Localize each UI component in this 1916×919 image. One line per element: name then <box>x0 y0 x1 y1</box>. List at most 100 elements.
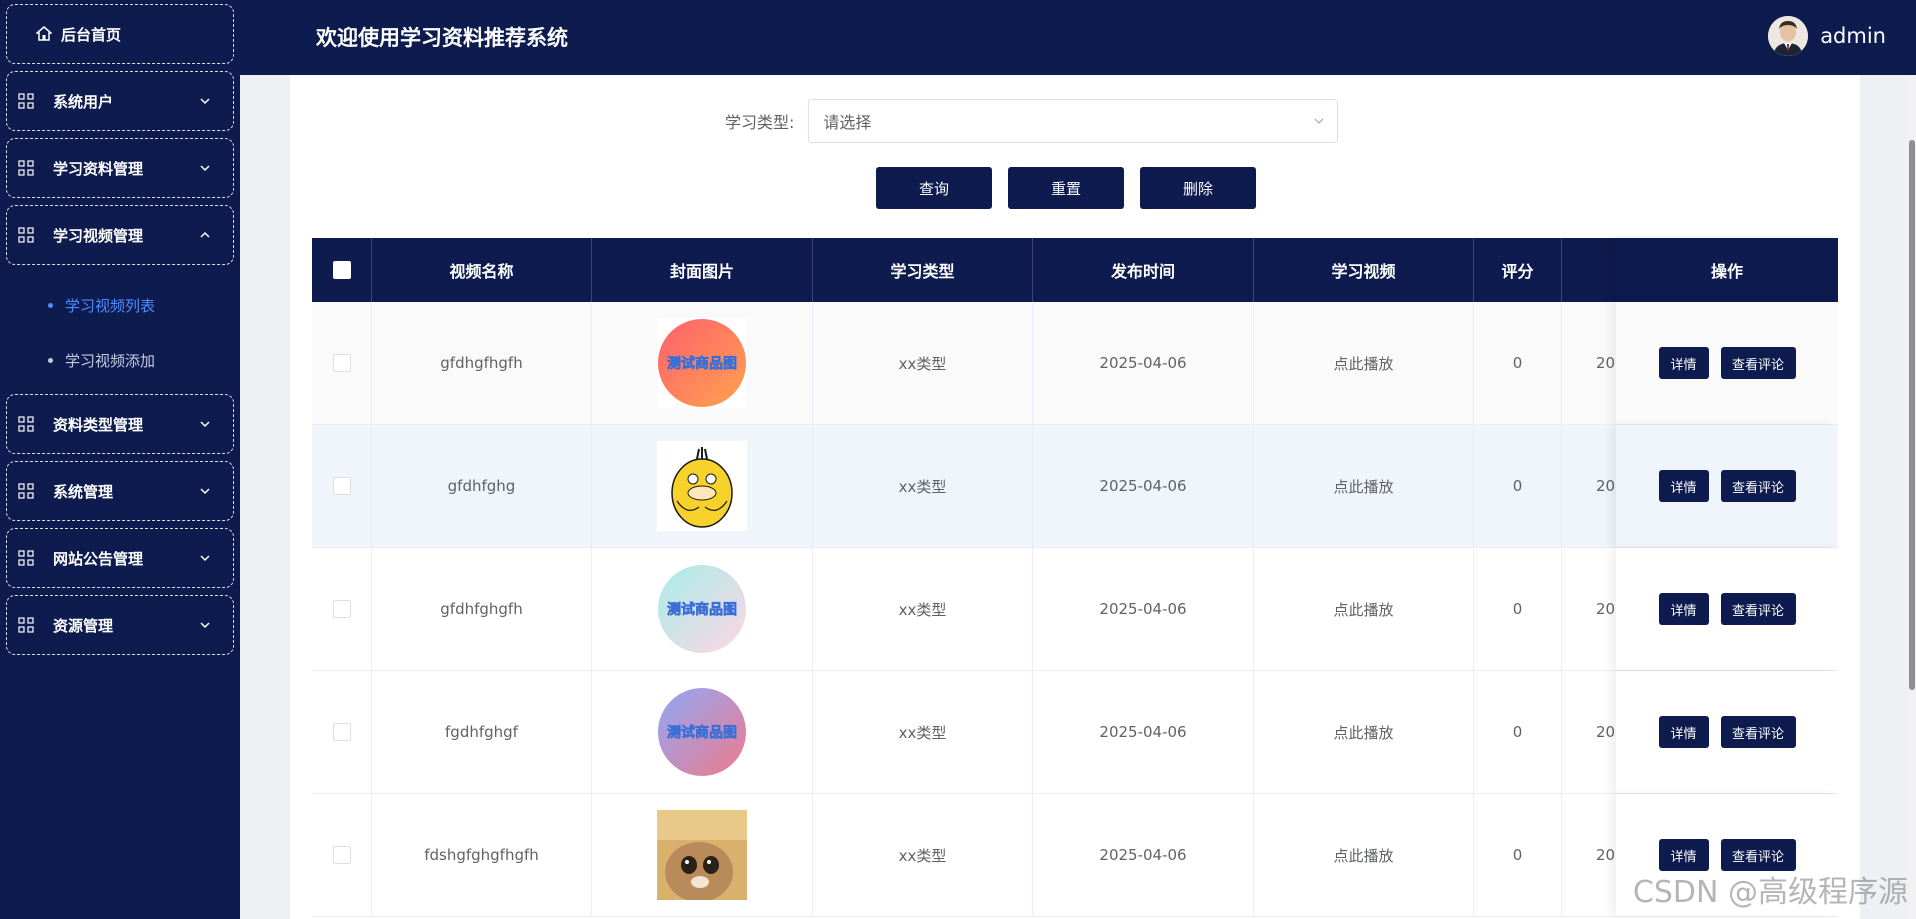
cell-cover: 测试商品图 <box>592 671 813 793</box>
cover-image[interactable]: 测试商品图 <box>657 318 747 408</box>
cell-actions: 详情 查看评论 <box>1616 548 1838 670</box>
cell-name: gfdhfghg <box>372 425 592 547</box>
cell-actions: 详情 查看评论 <box>1616 302 1838 424</box>
cell-date: 2025-04-06 <box>1033 425 1254 547</box>
row-checkbox-cell <box>312 425 372 547</box>
cell-date: 2025-04-06 <box>1033 302 1254 424</box>
view-comments-button[interactable]: 查看评论 <box>1720 347 1796 379</box>
cell-play-link[interactable]: 点此播放 <box>1254 548 1474 670</box>
header-cover: 封面图片 <box>592 238 813 302</box>
watermark: CSDN @高级程序源 <box>1632 875 1908 910</box>
bullet-icon <box>48 358 53 363</box>
chevron-down-icon <box>200 421 210 428</box>
cell-date: 2025-04-06 <box>1033 671 1254 793</box>
sidebar-item-label: 系统管理 <box>53 482 114 501</box>
cell-name: fdshgfghgfhgfh <box>372 794 592 916</box>
cell-cover: 测试商品图 <box>592 302 813 424</box>
sidebar-item-materials[interactable]: 学习资料管理 <box>6 138 234 198</box>
detail-button[interactable]: 详情 <box>1658 593 1709 625</box>
cell-play-link[interactable]: 点此播放 <box>1254 794 1474 916</box>
table-row: gfdhgfhgfh 测试商品图 xx类型 2025-04-06 点此播放 0 … <box>312 302 1838 425</box>
view-comments-button[interactable]: 查看评论 <box>1720 716 1796 748</box>
cell-cover: 测试商品图 <box>592 548 813 670</box>
detail-button[interactable]: 详情 <box>1658 716 1709 748</box>
sidebar-item-resources[interactable]: 资源管理 <box>6 595 234 655</box>
page-scrollbar[interactable] <box>1908 75 1916 919</box>
submenu-item-video-add[interactable]: 学习视频添加 <box>0 333 240 388</box>
cell-score: 0 <box>1474 302 1562 424</box>
cover-image[interactable] <box>657 441 747 531</box>
grid-icon <box>17 549 35 567</box>
cell-date: 2025-04-06 <box>1033 548 1254 670</box>
sidebar-item-label: 系统用户 <box>53 92 114 111</box>
cell-name: gfdhfghgfh <box>372 548 592 670</box>
cell-play-link[interactable]: 点此播放 <box>1254 302 1474 424</box>
chevron-down-icon <box>200 98 210 105</box>
grid-icon <box>17 159 35 177</box>
row-checkbox[interactable] <box>332 600 351 618</box>
chevron-down-icon <box>1314 118 1324 124</box>
sidebar-item-material-types[interactable]: 资料类型管理 <box>6 394 234 454</box>
cell-score: 0 <box>1474 671 1562 793</box>
cover-image[interactable]: 测试商品图 <box>657 687 747 777</box>
chevron-up-icon <box>200 231 210 238</box>
main-panel: 学习类型: 请选择 查询 重置 删除 视频名称 封面图片 学习类型 发布时间 学… <box>290 75 1860 919</box>
detail-button[interactable]: 详情 <box>1658 347 1709 379</box>
cell-score: 0 <box>1474 425 1562 547</box>
home-icon <box>35 25 53 43</box>
reset-button[interactable]: 重置 <box>1008 167 1124 209</box>
delete-button[interactable]: 删除 <box>1140 167 1256 209</box>
cover-image[interactable] <box>657 810 747 900</box>
row-checkbox[interactable] <box>332 723 351 741</box>
sidebar-item-label: 资源管理 <box>53 616 114 635</box>
select-all-checkbox[interactable] <box>332 261 351 279</box>
sidebar-item-system-management[interactable]: 系统管理 <box>6 461 234 521</box>
row-checkbox[interactable] <box>332 846 351 864</box>
cell-play-link[interactable]: 点此播放 <box>1254 671 1474 793</box>
select-placeholder: 请选择 <box>823 113 872 132</box>
grid-icon <box>17 616 35 634</box>
cell-date: 2025-04-06 <box>1033 794 1254 916</box>
submenu-item-video-list[interactable]: 学习视频列表 <box>0 278 240 333</box>
cell-type: xx类型 <box>813 671 1033 793</box>
cell-name: fgdhfghgf <box>372 671 592 793</box>
row-checkbox[interactable] <box>332 477 351 495</box>
page-title: 欢迎使用学习资料推荐系统 <box>316 26 568 50</box>
row-checkbox-cell <box>312 671 372 793</box>
sidebar-item-system-users[interactable]: 系统用户 <box>6 71 234 131</box>
user-menu[interactable]: admin <box>1768 16 1886 56</box>
videos-submenu: 学习视频列表 学习视频添加 <box>0 272 240 394</box>
row-checkbox[interactable] <box>332 354 351 372</box>
grid-icon <box>17 226 35 244</box>
search-label: 学习类型: <box>725 113 795 132</box>
grid-icon <box>17 482 35 500</box>
type-select[interactable]: 请选择 <box>808 99 1339 143</box>
header-type: 学习类型 <box>813 238 1033 302</box>
view-comments-button[interactable]: 查看评论 <box>1720 470 1796 502</box>
scrollbar-thumb[interactable] <box>1909 140 1915 690</box>
cell-actions: 详情 查看评论 <box>1616 425 1838 547</box>
view-comments-button[interactable]: 查看评论 <box>1720 593 1796 625</box>
cell-play-link[interactable]: 点此播放 <box>1254 425 1474 547</box>
header-actions: 操作 <box>1616 238 1838 302</box>
sidebar-item-videos[interactable]: 学习视频管理 <box>6 205 234 265</box>
cover-text: 测试商品图 <box>667 601 737 618</box>
sidebar-item-announcements[interactable]: 网站公告管理 <box>6 528 234 588</box>
avatar[interactable] <box>1768 16 1809 56</box>
cover-text: 测试商品图 <box>667 355 737 372</box>
username: admin <box>1820 24 1886 48</box>
sidebar-item-label: 学习视频管理 <box>53 226 144 245</box>
row-checkbox-cell <box>312 548 372 670</box>
sidebar-item-home[interactable]: 后台首页 <box>6 4 234 64</box>
sidebar-item-label: 后台首页 <box>61 25 122 44</box>
cell-cover <box>592 794 813 916</box>
query-button[interactable]: 查询 <box>876 167 992 209</box>
cell-type: xx类型 <box>813 302 1033 424</box>
video-table: 视频名称 封面图片 学习类型 发布时间 学习视频 评分 操作 gfdhgfhgf… <box>312 238 1838 917</box>
header-date: 发布时间 <box>1033 238 1254 302</box>
table-header: 视频名称 封面图片 学习类型 发布时间 学习视频 评分 操作 <box>312 238 1838 302</box>
header-checkbox-cell <box>312 238 372 302</box>
cover-image[interactable]: 测试商品图 <box>657 564 747 654</box>
header-score: 评分 <box>1474 238 1562 302</box>
detail-button[interactable]: 详情 <box>1658 470 1709 502</box>
